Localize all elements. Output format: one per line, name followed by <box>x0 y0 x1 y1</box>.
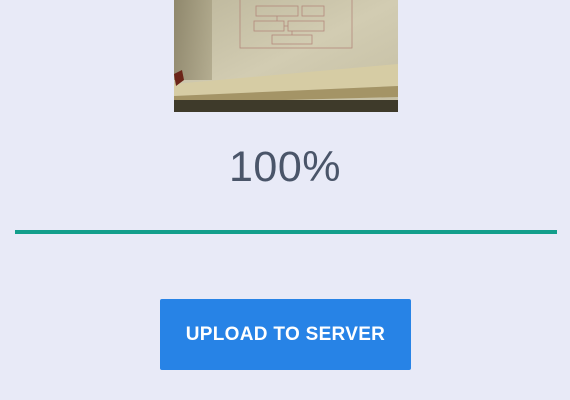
upload-progress-percent: 100% <box>229 143 341 191</box>
photo-preview-image <box>174 0 398 112</box>
upload-progress-fill <box>15 230 557 234</box>
photo-preview <box>174 0 398 112</box>
upload-to-server-button[interactable]: UPLOAD TO SERVER <box>160 299 411 370</box>
upload-progress-bar <box>15 230 557 234</box>
